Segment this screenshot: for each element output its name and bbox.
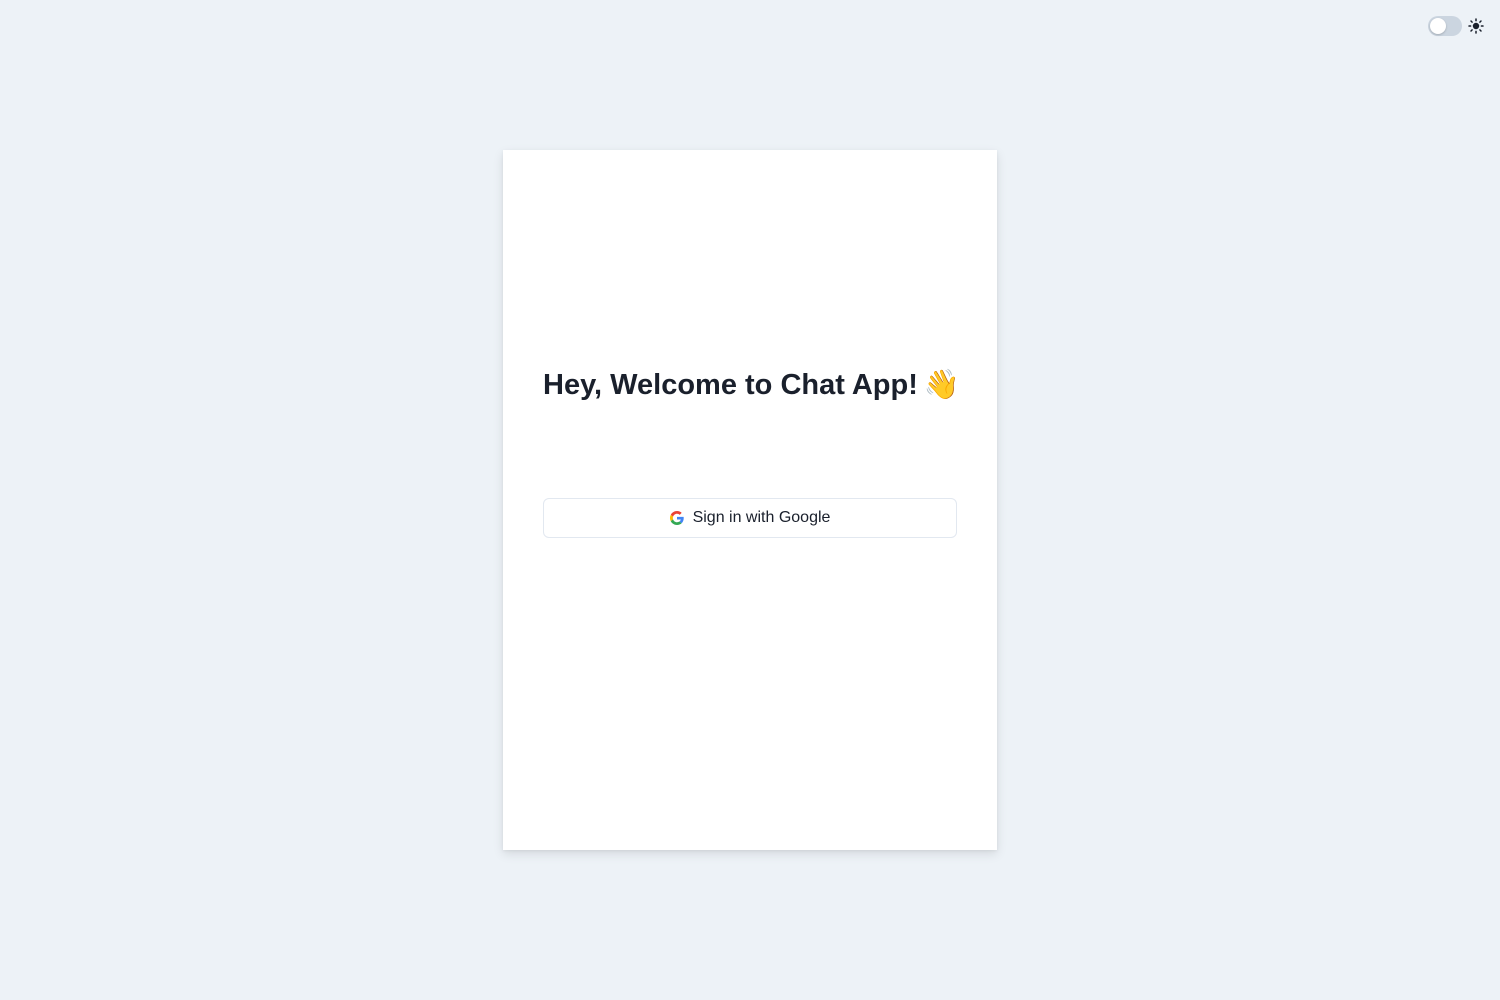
dark-mode-toggle[interactable] [1428,16,1462,36]
google-icon [669,511,684,525]
toggle-knob [1430,18,1446,34]
welcome-text: Hey, Welcome to Chat App! [543,369,918,401]
sun-icon [1468,18,1484,34]
theme-controls [1428,16,1484,36]
google-signin-label: Sign in with Google [692,509,831,526]
google-signin-button[interactable]: Sign in with Google [543,498,957,538]
welcome-heading: Hey, Welcome to Chat App! 👋 [543,368,960,402]
login-card: Hey, Welcome to Chat App! 👋 Sign in with … [503,150,997,850]
waving-hand-emoji: 👋 [923,369,960,401]
